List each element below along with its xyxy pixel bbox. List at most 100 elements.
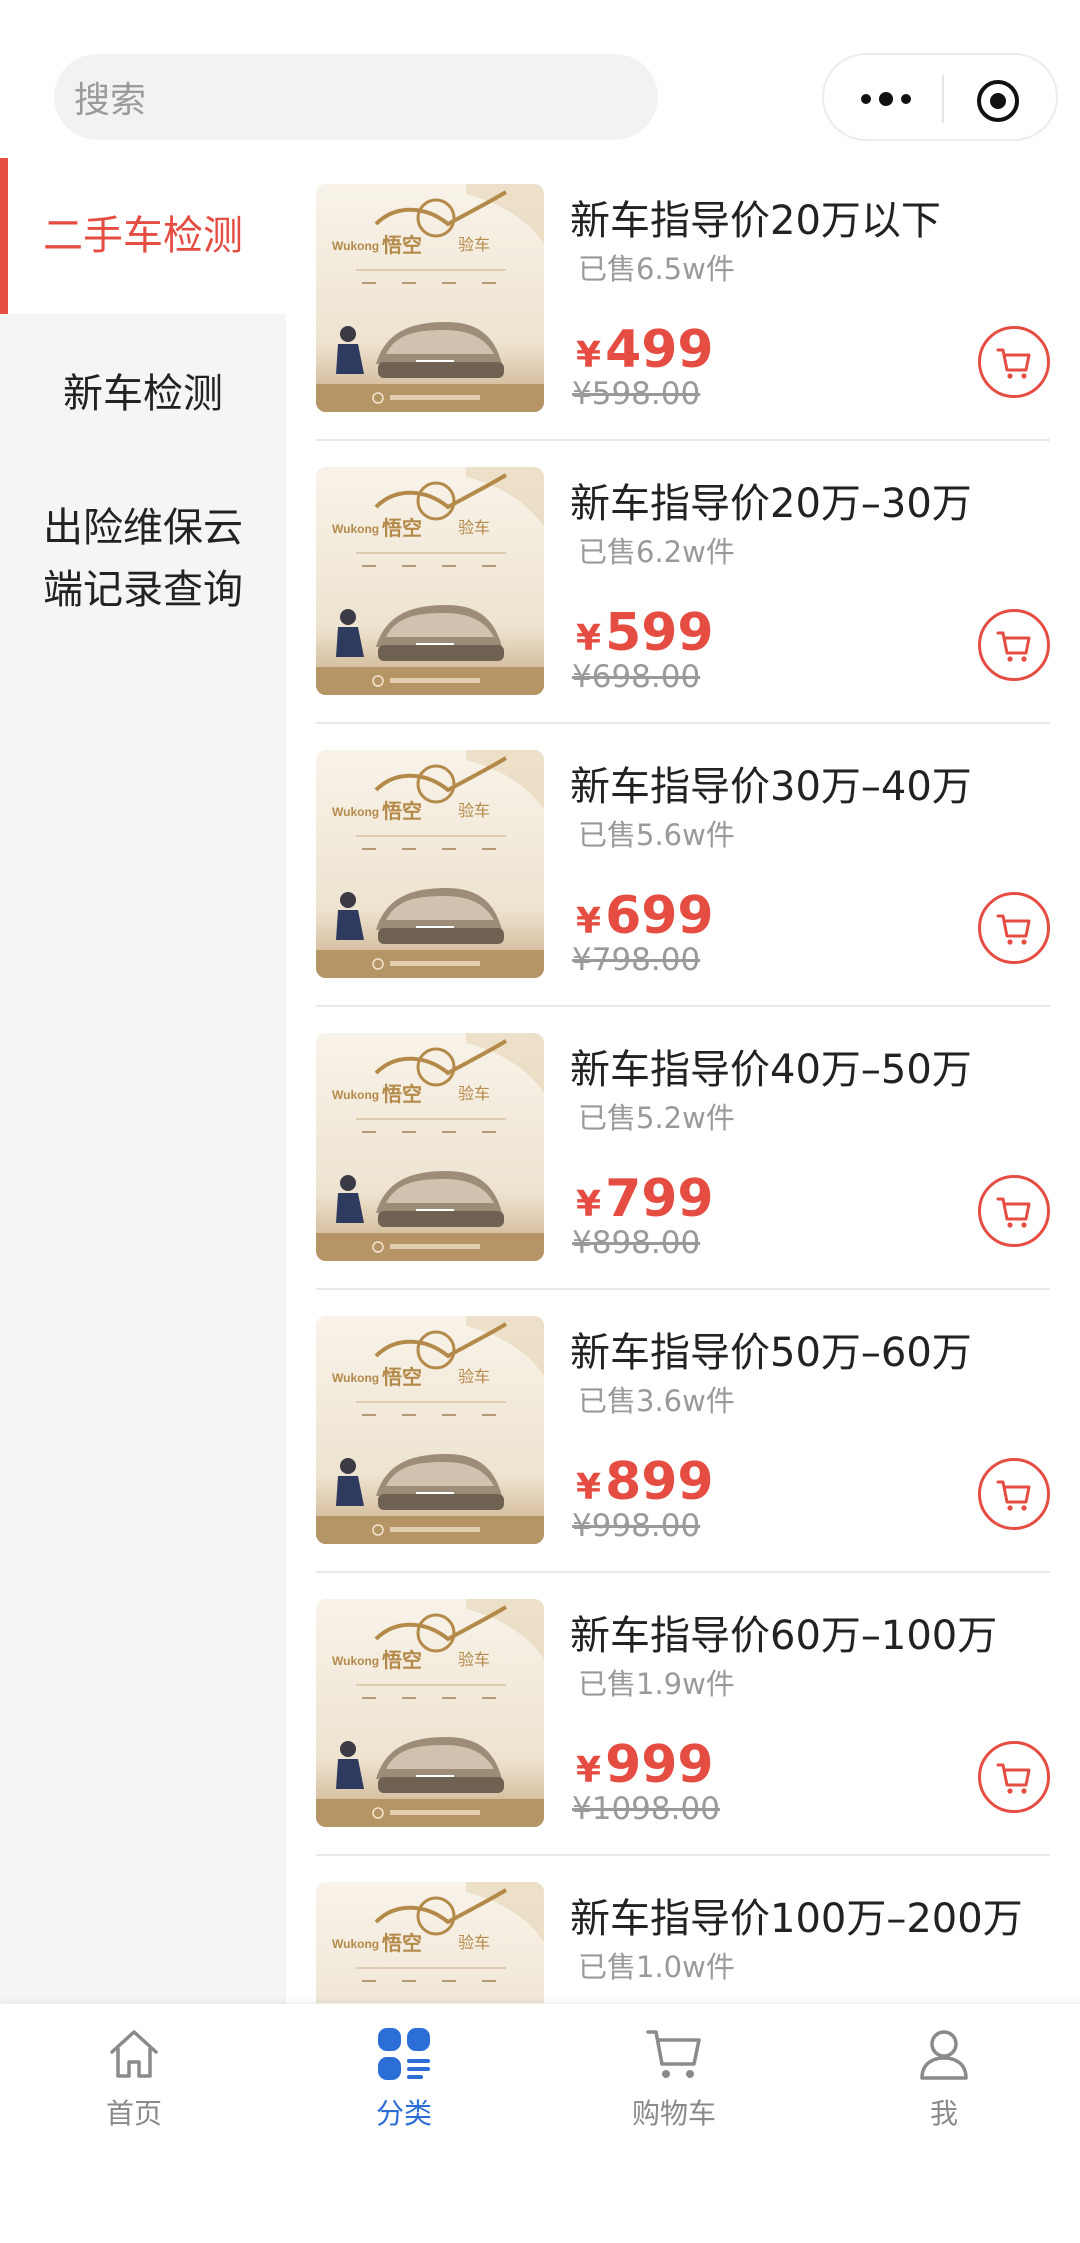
price-currency: ¥	[576, 1467, 602, 1508]
more-dots-icon[interactable]	[856, 81, 916, 117]
svg-text:Wukong: Wukong	[332, 522, 379, 536]
sidebar-item-label-line1: 出险维保云	[43, 505, 243, 551]
product-sold-count: 已售1.0w件	[578, 1950, 735, 1984]
top-bar: 搜索	[0, 0, 1080, 158]
svg-text:悟空: 悟空	[382, 233, 422, 257]
user-icon	[920, 2030, 968, 2080]
product-item[interactable]: Wukong 悟空 验车 新车指导价20万以下 已售6.5w件 ¥499 ¥59…	[286, 158, 1080, 441]
price-currency: ¥	[576, 618, 602, 659]
svg-text:Wukong: Wukong	[332, 1654, 379, 1668]
tab-home[interactable]: 首页	[44, 2024, 224, 2134]
sidebar-item-insurance-records[interactable]: 出险维保云 端记录查询	[0, 474, 286, 644]
add-to-cart-button[interactable]	[978, 1175, 1050, 1247]
svg-text:验车: 验车	[458, 1367, 490, 1386]
product-thumbnail[interactable]: Wukong 悟空 验车	[316, 1316, 544, 1544]
svg-text:悟空: 悟空	[382, 1082, 422, 1106]
product-sold-count: 已售1.9w件	[578, 1667, 735, 1701]
tab-label: 我	[929, 2097, 958, 2130]
product-price: ¥999	[576, 1735, 714, 1795]
svg-text:验车: 验车	[458, 235, 490, 254]
tab-me[interactable]: 我	[854, 2024, 1034, 2134]
product-thumbnail[interactable]: Wukong 悟空 验车	[316, 1882, 544, 2003]
home-icon	[110, 2030, 158, 2078]
svg-text:Wukong: Wukong	[332, 1088, 379, 1102]
product-thumbnail[interactable]: Wukong 悟空 验车	[316, 750, 544, 978]
svg-text:悟空: 悟空	[382, 516, 422, 540]
price-currency: ¥	[576, 335, 602, 376]
add-to-cart-button[interactable]	[978, 609, 1050, 681]
product-original-price: ¥998.00	[572, 1508, 701, 1544]
capsule-divider	[942, 75, 944, 123]
price-value: 599	[605, 603, 714, 663]
product-title: 新车指导价20万以下	[570, 198, 941, 244]
product-title: 新车指导价30万–40万	[570, 764, 972, 810]
add-to-cart-icon	[996, 1763, 1031, 1794]
product-title: 新车指导价20万–30万	[570, 481, 972, 527]
product-item[interactable]: Wukong 悟空 验车 新车指导价50万–60万 已售3.6w件 ¥899 ¥…	[286, 1290, 1080, 1573]
price-currency: ¥	[576, 1184, 602, 1225]
product-original-price: ¥798.00	[572, 942, 701, 978]
add-to-cart-button[interactable]	[978, 1458, 1050, 1530]
product-sold-count: 已售6.5w件	[578, 252, 735, 286]
product-original-price: ¥598.00	[572, 376, 701, 412]
svg-text:验车: 验车	[458, 1650, 490, 1669]
price-value: 999	[605, 1735, 714, 1795]
product-title: 新车指导价40万–50万	[570, 1047, 972, 1093]
product-thumbnail[interactable]: Wukong 悟空 验车	[316, 184, 544, 412]
product-title: 新车指导价100万–200万	[570, 1896, 1023, 1942]
product-thumbnail[interactable]: Wukong 悟空 验车	[316, 1033, 544, 1261]
product-item[interactable]: Wukong 悟空 验车 新车指导价20万–30万 已售6.2w件 ¥599 ¥…	[286, 441, 1080, 724]
add-to-cart-icon	[996, 1197, 1031, 1228]
sidebar-item-label-line2: 端记录查询	[43, 567, 243, 613]
product-price: ¥899	[576, 1452, 714, 1512]
svg-text:验车: 验车	[458, 518, 490, 537]
tab-category[interactable]: 分类	[314, 2024, 494, 2134]
product-price: ¥699	[576, 886, 714, 946]
sidebar-item-label: 二手车检测	[43, 213, 243, 259]
product-sold-count: 已售5.6w件	[578, 818, 735, 852]
product-list: Wukong 悟空 验车 新车指导价20万以下 已售6.5w件 ¥499 ¥59…	[286, 158, 1080, 2003]
product-price: ¥499	[576, 320, 714, 380]
price-value: 699	[605, 886, 714, 946]
product-original-price: ¥1098.00	[572, 1791, 720, 1827]
svg-text:悟空: 悟空	[382, 799, 422, 823]
price-value: 499	[605, 320, 714, 380]
add-to-cart-button[interactable]	[978, 892, 1050, 964]
product-sold-count: 已售6.2w件	[578, 535, 735, 569]
add-to-cart-icon	[996, 1480, 1031, 1511]
product-sold-count: 已售5.2w件	[578, 1101, 735, 1135]
active-indicator	[0, 158, 8, 314]
svg-text:验车: 验车	[458, 1933, 490, 1952]
category-sidebar: 二手车检测 新车检测 出险维保云 端记录查询	[0, 158, 286, 2003]
tab-label: 首页	[105, 2097, 162, 2130]
product-item[interactable]: Wukong 悟空 验车 新车指导价60万–100万 已售1.9w件 ¥999 …	[286, 1573, 1080, 1856]
svg-text:Wukong: Wukong	[332, 1937, 379, 1951]
product-item[interactable]: Wukong 悟空 验车 新车指导价100万–200万 已售1.0w件 ¥	[286, 1856, 1080, 2003]
product-original-price: ¥698.00	[572, 659, 701, 695]
svg-text:验车: 验车	[458, 1084, 490, 1103]
category-icon	[378, 2028, 430, 2080]
sidebar-item-used-car-inspection[interactable]: 二手车检测	[0, 158, 286, 314]
cart-icon	[646, 2030, 701, 2078]
search-placeholder: 搜索	[74, 80, 147, 121]
product-item[interactable]: Wukong 悟空 验车 新车指导价40万–50万 已售5.2w件 ¥799 ¥…	[286, 1007, 1080, 1290]
product-thumbnail[interactable]: Wukong 悟空 验车	[316, 467, 544, 695]
product-item[interactable]: Wukong 悟空 验车 新车指导价30万–40万 已售5.6w件 ¥699 ¥…	[286, 724, 1080, 1007]
product-original-price: ¥898.00	[572, 1225, 701, 1261]
price-currency: ¥	[576, 901, 602, 942]
product-title: 新车指导价60万–100万	[570, 1613, 998, 1659]
product-thumbnail[interactable]: Wukong 悟空 验车	[316, 1599, 544, 1827]
add-to-cart-button[interactable]	[978, 1741, 1050, 1813]
price-value: 799	[605, 1169, 714, 1229]
svg-text:Wukong: Wukong	[332, 239, 379, 253]
mini-program-capsule	[822, 53, 1058, 141]
target-icon[interactable]	[974, 77, 1022, 125]
price-value: 899	[605, 1452, 714, 1512]
product-price: ¥799	[576, 1169, 714, 1229]
add-to-cart-button[interactable]	[978, 326, 1050, 398]
tab-cart[interactable]: 购物车	[584, 2024, 764, 2134]
sidebar-item-new-car-inspection[interactable]: 新车检测	[0, 314, 286, 474]
tab-label: 购物车	[631, 2097, 716, 2130]
add-to-cart-icon	[996, 914, 1031, 945]
search-input[interactable]: 搜索	[54, 54, 658, 140]
